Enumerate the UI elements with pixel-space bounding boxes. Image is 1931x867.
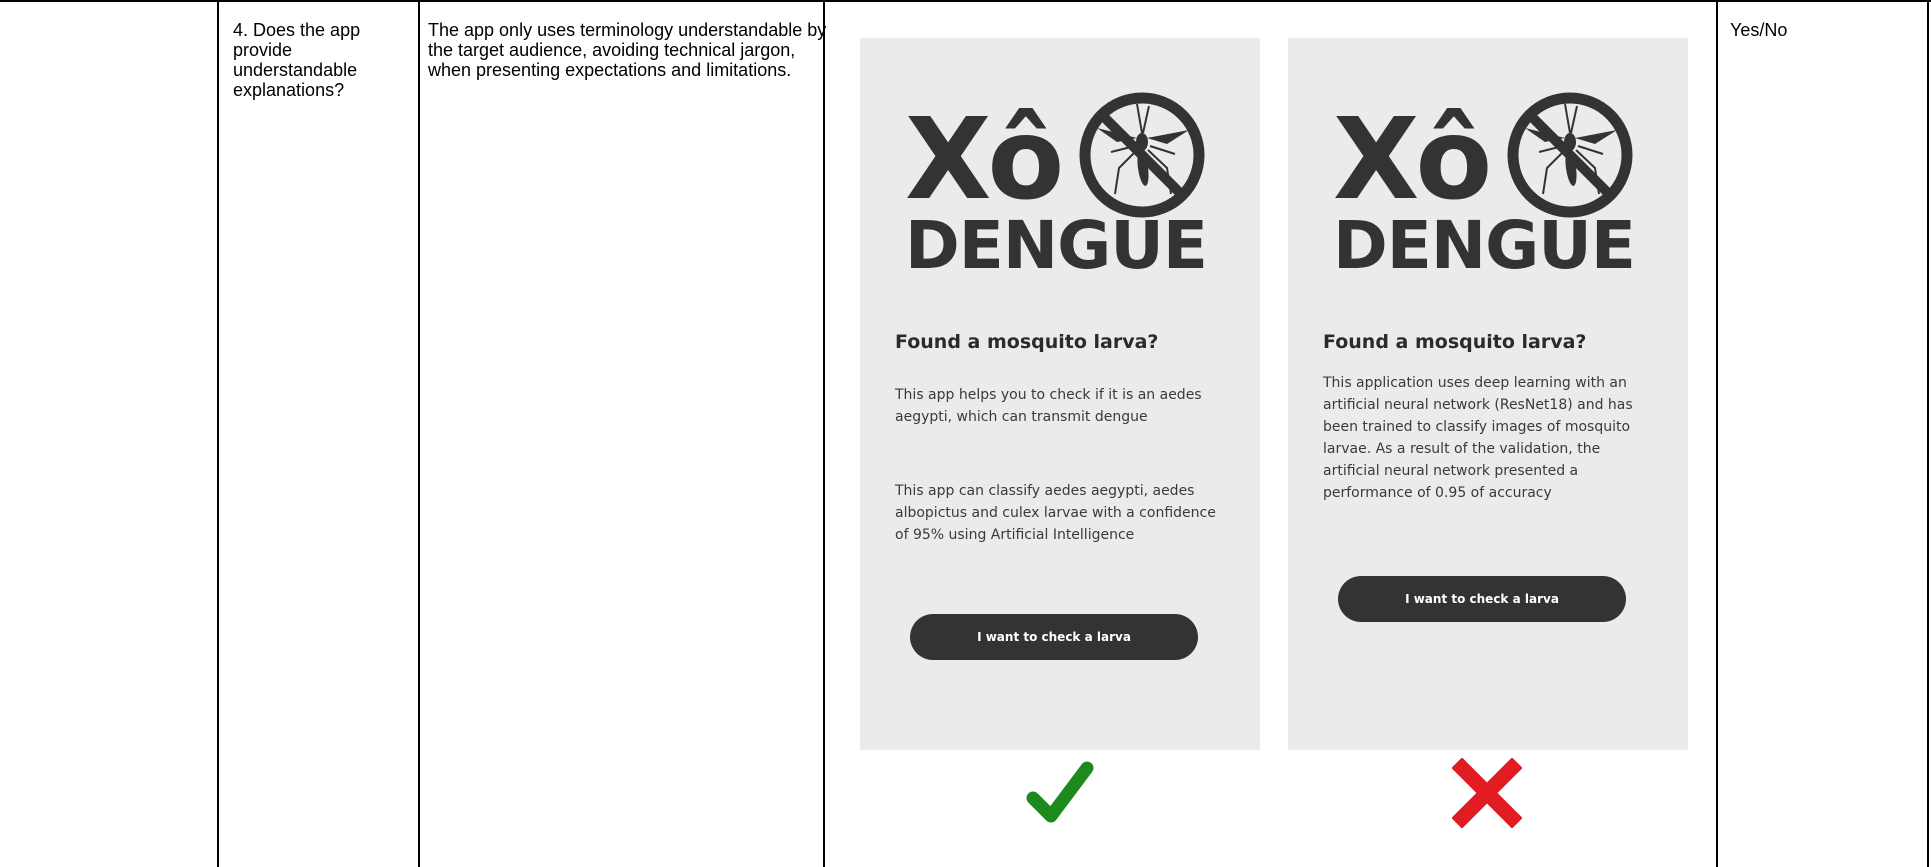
checkmark-icon — [1026, 761, 1094, 823]
column-divider — [1927, 0, 1929, 867]
check-larva-button[interactable]: I want to check a larva — [910, 614, 1198, 660]
xo-dengue-logo: Xô DENGUE — [905, 90, 1215, 290]
logo-text-dengue: DENGUE — [1333, 207, 1636, 284]
column-divider — [217, 0, 219, 867]
mockup-paragraph: This app can classify aedes aegypti, aed… — [895, 483, 1216, 543]
column-divider — [1716, 0, 1718, 867]
app-mockup-good: Xô DENGUE Found a mosquito larva? This a… — [860, 38, 1260, 750]
xo-dengue-logo: Xô DENGUE — [1333, 90, 1643, 290]
app-mockup-bad: Xô DENGUE Found a mosquito larva? This a… — [1288, 38, 1688, 750]
mockup-heading: Found a mosquito larva? — [895, 331, 1159, 353]
criterion-cell: The app only uses terminology understand… — [428, 20, 827, 80]
logo-text-xo: Xô — [905, 95, 1064, 225]
mockup-paragraph: This app helps you to check if it is an … — [895, 387, 1202, 425]
cross-icon — [1452, 758, 1522, 828]
column-divider — [418, 0, 420, 867]
check-larva-button[interactable]: I want to check a larva — [1338, 576, 1626, 622]
response-cell: Yes/No — [1730, 20, 1788, 40]
logo-text-dengue: DENGUE — [905, 207, 1208, 284]
logo-text-xo: Xô — [1333, 95, 1492, 225]
mockup-heading: Found a mosquito larva? — [1323, 331, 1587, 353]
mockup-paragraph: This application uses deep learning with… — [1323, 375, 1633, 501]
column-divider — [823, 0, 825, 867]
table-top-border — [0, 0, 1931, 2]
no-mosquito-icon — [1507, 92, 1633, 218]
no-mosquito-icon — [1079, 92, 1205, 218]
question-cell: 4. Does the app provide understandable e… — [233, 20, 361, 100]
